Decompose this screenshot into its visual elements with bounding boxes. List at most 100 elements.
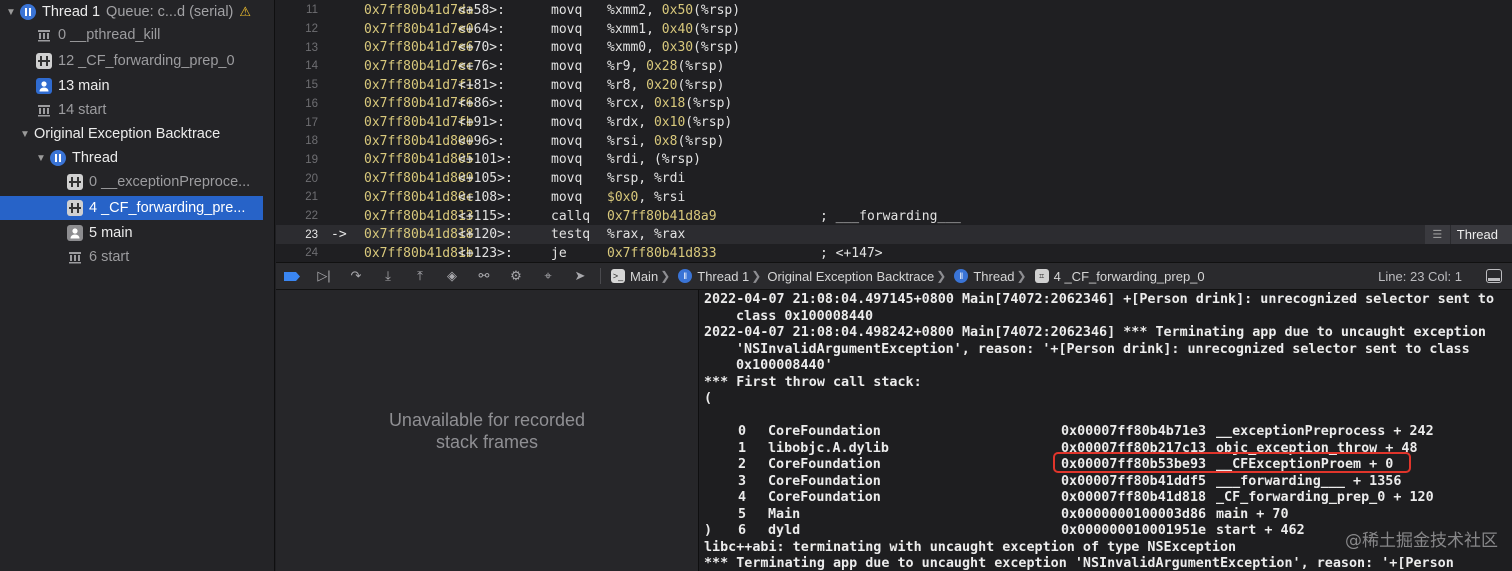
watermark: @稀土掘金技术社区 xyxy=(1345,531,1498,551)
operands: %r9, 0x28(%rsp) xyxy=(607,58,725,74)
grip-icon[interactable]: ☰ xyxy=(1425,225,1451,245)
frame-label: 12 _CF_forwarding_prep_0 xyxy=(58,53,235,69)
operands: %rdi, (%rsp) xyxy=(607,152,701,168)
operands: %rsp, %rdi xyxy=(607,171,686,187)
console-line: 'NSInvalidArgumentException', reason: '+… xyxy=(736,341,1470,357)
location-arrow-icon[interactable]: ➤ xyxy=(564,262,596,290)
asm-line[interactable]: 24 0x7ff80b41d81b <+123>: je 0x7ff80b41d… xyxy=(276,244,1512,263)
program-counter-arrow: -> xyxy=(331,227,347,243)
asm-line[interactable]: 18 0x7ff80b41d800 <+96>: movq %rsi, 0x8(… xyxy=(276,132,1512,151)
asm-line[interactable]: 16 0x7ff80b41d7f6 <+86>: movq %rcx, 0x18… xyxy=(276,95,1512,114)
operands: %rcx, 0x18(%rsp) xyxy=(607,96,733,112)
breadcrumb-item[interactable]: Main xyxy=(630,269,658,284)
mnemonic: callq xyxy=(551,208,591,224)
asm-line[interactable]: 21 0x7ff80b41d80c <+108>: movq $0x0, %rs… xyxy=(276,188,1512,207)
offset: <+64>: xyxy=(458,21,505,37)
debug-bar: ▷| ↷ ⤓ ⤒ ◈ ⚯ ⚙ ⌖ ➤ >_ Main ❯ ‖ Thread 1 … xyxy=(276,262,1512,290)
asm-line[interactable]: 19 0x7ff80b41d805 <+101>: movq %rdi, (%r… xyxy=(276,151,1512,170)
asm-line[interactable]: 15 0x7ff80b41d7f1 <+81>: movq %r8, 0x20(… xyxy=(276,76,1512,95)
console-output[interactable]: 2022-04-07 21:08:04.497145+0800 Main[740… xyxy=(700,290,1512,571)
operands: %xmm1, 0x40(%rsp) xyxy=(607,21,741,37)
offset: <+91>: xyxy=(458,115,505,131)
simulate-location-icon[interactable]: ⌖ xyxy=(532,262,564,290)
warning-icon: ⚠ xyxy=(239,4,252,19)
line-number: 15 xyxy=(305,79,318,92)
asm-line[interactable]: 14 0x7ff80b41d7ec <+76>: movq %r9, 0x28(… xyxy=(276,57,1512,76)
chevron-right-icon: ❯ xyxy=(1016,269,1027,283)
line-number: 23 xyxy=(305,228,318,241)
line-number: 21 xyxy=(305,191,318,204)
mnemonic: movq xyxy=(551,171,583,187)
nav-thread-1[interactable]: ▼ Thread 1 Queue: c...d (serial) ⚠ xyxy=(4,0,251,24)
debug-navigator: ▼ Thread 1 Queue: c...d (serial) ⚠ 0 __p… xyxy=(0,0,275,571)
disclosure-chevron-icon[interactable]: ▼ xyxy=(18,129,32,140)
library-icon xyxy=(36,102,52,118)
nav-frame-13-main[interactable]: 13 main xyxy=(36,74,110,98)
step-out-icon[interactable]: ⤒ xyxy=(404,262,436,290)
mnemonic: movq xyxy=(551,40,583,56)
stack-frame-icon: ⌗ xyxy=(1034,269,1049,283)
step-into-icon[interactable]: ⤓ xyxy=(372,262,404,290)
environment-overrides-icon[interactable]: ⚙ xyxy=(500,262,532,290)
offset: <+115>: xyxy=(458,208,513,224)
frame-label: 4 _CF_forwarding_pre... xyxy=(89,200,246,216)
chevron-right-icon: ❯ xyxy=(751,269,762,283)
breadcrumb-item[interactable]: 4 _CF_forwarding_prep_0 xyxy=(1054,269,1205,284)
nav-recorded-frame-0[interactable]: 0 __exceptionPreproce... xyxy=(67,170,250,194)
memory-graph-icon[interactable]: ⚯ xyxy=(468,262,500,290)
step-over-icon[interactable]: ↷ xyxy=(340,262,372,290)
thread-icon: ‖ xyxy=(954,269,969,283)
chevron-right-icon: ❯ xyxy=(660,269,671,283)
mnemonic: movq xyxy=(551,152,583,168)
nav-frame-0-pthread-kill[interactable]: 0 __pthread_kill xyxy=(36,23,160,47)
asm-line[interactable]: 13 0x7ff80b41d7e6 <+70>: movq %xmm0, 0x3… xyxy=(276,38,1512,57)
operands: 0x7ff80b41d833 xyxy=(607,245,717,261)
nav-recorded-thread[interactable]: ▼ Thread xyxy=(34,146,118,170)
nav-frame-12-cf-forwarding[interactable]: 12 _CF_forwarding_prep_0 xyxy=(36,49,235,73)
line-number: 24 xyxy=(305,247,318,260)
group-label: Original Exception Backtrace xyxy=(34,126,221,142)
breadcrumb-item[interactable]: Thread 1 xyxy=(697,269,749,284)
library-icon xyxy=(67,249,83,265)
divider xyxy=(600,268,601,284)
asm-line[interactable]: 11 0x7ff80b41d7da <+58>: movq %xmm2, 0x5… xyxy=(276,1,1512,20)
asm-line[interactable]: 17 0x7ff80b41d7fb <+91>: movq %rdx, 0x10… xyxy=(276,113,1512,132)
line-number: 12 xyxy=(305,23,318,36)
asm-line[interactable]: 12 0x7ff80b41d7e0 <+64>: movq %xmm1, 0x4… xyxy=(276,20,1512,39)
breakpoints-toggle-icon[interactable] xyxy=(276,262,308,290)
nav-frame-14-start[interactable]: 14 start xyxy=(36,98,106,122)
nav-recorded-frame-6-start[interactable]: 6 start xyxy=(67,245,129,269)
offset: <+105>: xyxy=(458,171,513,187)
thread-position-badge[interactable]: ☰ Thread xyxy=(1424,225,1512,245)
line-number: 13 xyxy=(305,41,318,54)
comment: ; <+147> xyxy=(820,245,883,261)
asm-line-current[interactable]: 23 -> 0x7ff80b41d818 <+120>: testq %rax,… xyxy=(276,225,1512,245)
breadcrumb-item[interactable]: Thread xyxy=(973,269,1014,284)
nav-original-exception-backtrace[interactable]: ▼ Original Exception Backtrace xyxy=(18,122,220,146)
queue-label: Queue: c...d (serial) xyxy=(106,4,234,20)
line-number: 20 xyxy=(305,172,318,185)
nav-recorded-frame-5-main[interactable]: 5 main xyxy=(67,221,133,245)
offset: <+58>: xyxy=(458,2,505,18)
console-line: ) xyxy=(704,523,713,538)
disassembly-editor[interactable]: 11 0x7ff80b41d7da <+58>: movq %xmm2, 0x5… xyxy=(276,0,1512,262)
operands: %xmm0, 0x30(%rsp) xyxy=(607,40,741,56)
offset: <+120>: xyxy=(458,227,513,243)
mnemonic: movq xyxy=(551,189,583,205)
disclosure-chevron-icon[interactable]: ▼ xyxy=(34,153,48,164)
offset: <+108>: xyxy=(458,189,513,205)
view-hierarchy-icon[interactable]: ◈ xyxy=(436,262,468,290)
frame-label: 14 start xyxy=(58,102,107,118)
mnemonic: movq xyxy=(551,58,583,74)
asm-line[interactable]: 22 0x7ff80b41d813 <+115>: callq 0x7ff80b… xyxy=(276,207,1512,226)
breadcrumb-item[interactable]: Original Exception Backtrace xyxy=(767,269,934,284)
toggle-console-icon[interactable] xyxy=(1486,269,1502,283)
continue-icon[interactable]: ▷| xyxy=(308,262,340,290)
nav-recorded-frame-4-selected[interactable]: 4 _CF_forwarding_pre... xyxy=(0,196,263,220)
console-line: *** Terminating app due to uncaught exce… xyxy=(704,556,1454,571)
disclosure-chevron-icon[interactable]: ▼ xyxy=(4,7,18,18)
line-number: 17 xyxy=(305,116,318,129)
line-number: 22 xyxy=(305,210,318,223)
stack-frame-icon xyxy=(36,53,52,69)
asm-line[interactable]: 20 0x7ff80b41d809 <+105>: movq %rsp, %rd… xyxy=(276,169,1512,188)
